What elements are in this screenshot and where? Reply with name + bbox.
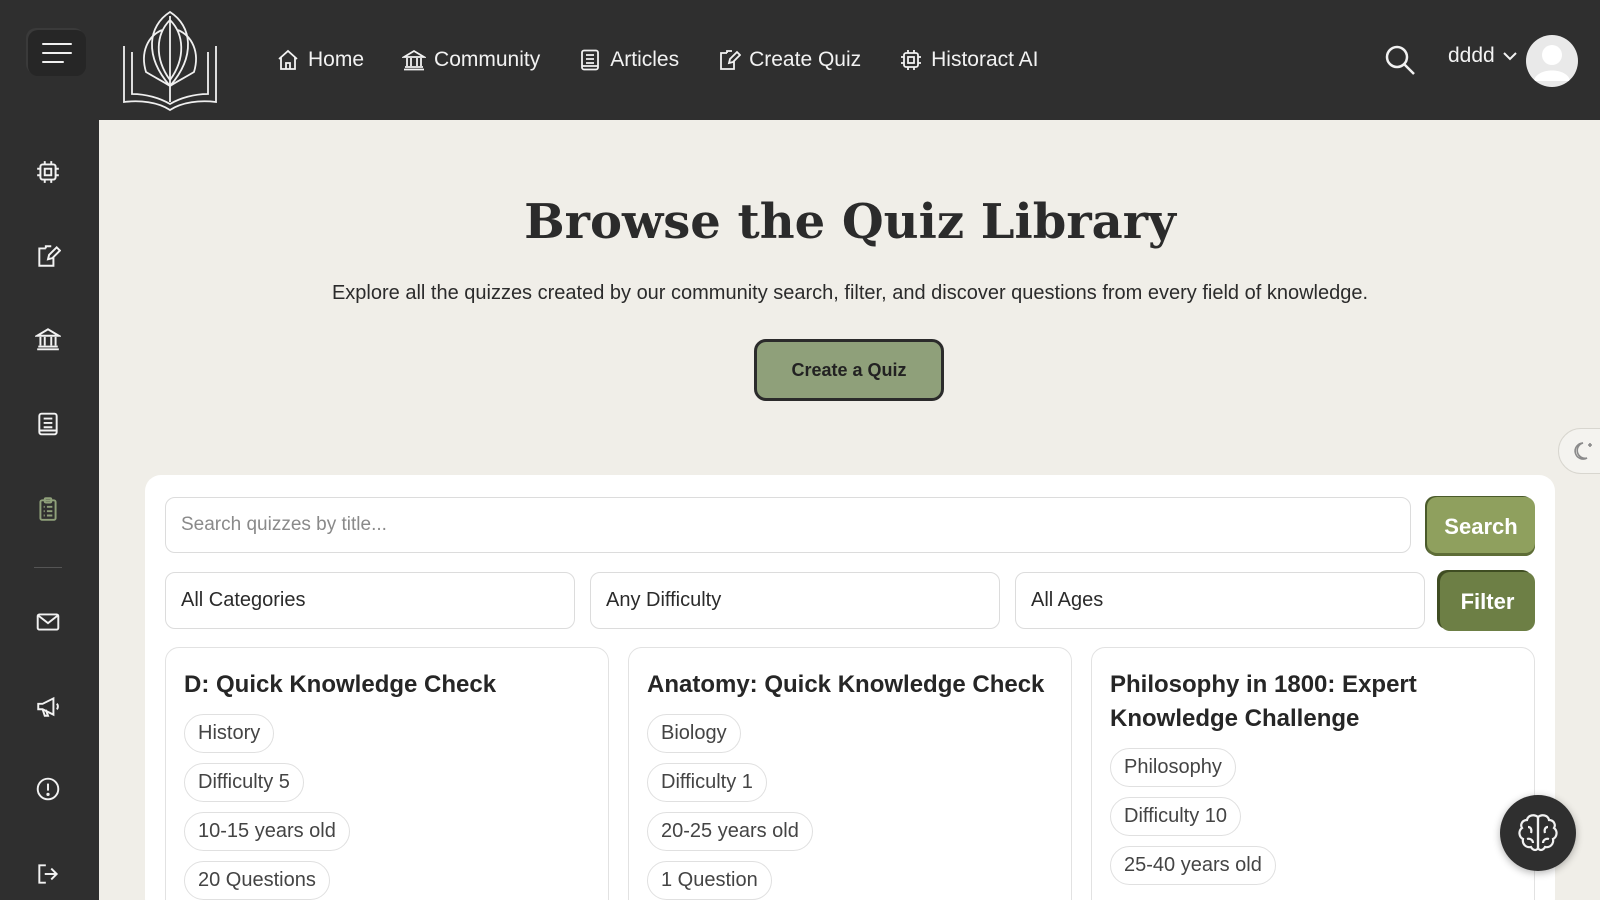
sidebar-divider — [34, 567, 62, 568]
category-tag: Biology — [647, 714, 741, 753]
question-count-tag: 1 Question — [647, 861, 772, 900]
megaphone-icon — [37, 696, 59, 717]
brain-icon — [1518, 814, 1558, 852]
quiz-title: Philosophy in 1800: Expert Knowledge Cha… — [1110, 671, 1417, 732]
difficulty-select[interactable]: Any Difficulty — [590, 572, 1000, 629]
nav-articles[interactable]: Articles — [578, 48, 679, 72]
search-icon[interactable] — [1382, 42, 1418, 78]
age-tag: 10-15 years old — [184, 812, 350, 851]
sidebar-item-articles[interactable] — [34, 410, 62, 438]
quiz-title: D: Quick Knowledge Check — [184, 671, 497, 698]
sidebar-item-community[interactable] — [34, 325, 62, 353]
top-bar: Home Community Articles Create Quiz Hist… — [0, 0, 1600, 120]
institution-icon — [35, 328, 61, 351]
difficulty-tag: Difficulty 1 — [647, 763, 767, 802]
category-select[interactable]: All Categories — [165, 572, 575, 629]
search-button[interactable]: Search — [1427, 497, 1535, 556]
nav-community[interactable]: Community — [402, 48, 540, 72]
logo-icon[interactable] — [118, 6, 222, 114]
sidebar-item-announcements[interactable] — [34, 692, 62, 720]
age-tag: 25-40 years old — [1110, 846, 1276, 885]
nav-create-quiz-label: Create Quiz — [749, 48, 862, 71]
moon-icon — [1574, 442, 1592, 460]
menu-toggle-button[interactable] — [28, 30, 86, 76]
user-menu[interactable]: dddd — [1448, 44, 1519, 68]
page-subtitle: Explore all the quizzes created by our c… — [331, 282, 1369, 304]
institution-icon — [402, 49, 427, 71]
sidebar-item-ai[interactable] — [34, 158, 62, 186]
quiz-card[interactable]: Anatomy: Quick Knowledge Check Biology D… — [628, 647, 1072, 900]
chip-icon — [37, 161, 59, 183]
alert-icon — [36, 777, 60, 801]
article-icon — [38, 412, 58, 436]
sidebar — [0, 120, 99, 900]
chevron-down-icon — [1503, 52, 1517, 61]
nav-create-quiz[interactable]: Create Quiz — [717, 48, 861, 72]
difficulty-tag: Difficulty 5 — [184, 763, 304, 802]
edit-document-icon — [720, 50, 742, 70]
nav-home-label: Home — [308, 48, 365, 71]
page-title: Browse the Quiz Library — [524, 194, 1176, 250]
nav-community-label: Community — [434, 48, 541, 71]
edit-document-icon — [38, 245, 61, 267]
sidebar-item-quizzes[interactable] — [34, 495, 62, 523]
user-silhouette-icon — [1534, 45, 1570, 81]
nav-articles-label: Articles — [610, 48, 680, 71]
main-nav: Home Community Articles Create Quiz Hist… — [276, 40, 1077, 80]
username: dddd — [1448, 44, 1495, 67]
quiz-title: Anatomy: Quick Knowledge Check — [647, 671, 1045, 698]
age-select[interactable]: All Ages — [1015, 572, 1425, 629]
clipboard-icon — [39, 497, 57, 521]
theme-toggle[interactable] — [1558, 428, 1600, 474]
nav-historact-ai[interactable]: Historact AI — [899, 48, 1039, 72]
difficulty-tag: Difficulty 10 — [1110, 797, 1242, 836]
sidebar-item-logout[interactable] — [34, 860, 62, 888]
chip-icon — [901, 50, 922, 70]
category-tag: Philosophy — [1110, 748, 1236, 787]
home-icon — [278, 49, 298, 70]
avatar[interactable] — [1526, 35, 1578, 87]
age-tag: 20-25 years old — [647, 812, 813, 851]
nav-historact-ai-label: Historact AI — [931, 48, 1039, 71]
nav-home[interactable]: Home — [276, 48, 364, 72]
sidebar-item-messages[interactable] — [34, 608, 62, 636]
sidebar-item-report[interactable] — [34, 775, 62, 803]
search-input[interactable] — [165, 497, 1411, 553]
ai-assistant-button[interactable] — [1500, 795, 1576, 871]
quiz-card[interactable]: D: Quick Knowledge Check History Difficu… — [165, 647, 609, 900]
sidebar-item-create-quiz[interactable] — [34, 242, 62, 270]
quiz-card[interactable]: Philosophy in 1800: Expert Knowledge Cha… — [1091, 647, 1535, 900]
category-tag: History — [184, 714, 275, 753]
mail-icon — [36, 613, 60, 631]
logout-icon — [38, 864, 59, 884]
create-quiz-button[interactable]: Create a Quiz — [754, 339, 944, 401]
question-count-tag: 20 Questions — [184, 861, 330, 900]
article-icon — [581, 49, 600, 71]
filter-button[interactable]: Filter — [1440, 572, 1535, 631]
